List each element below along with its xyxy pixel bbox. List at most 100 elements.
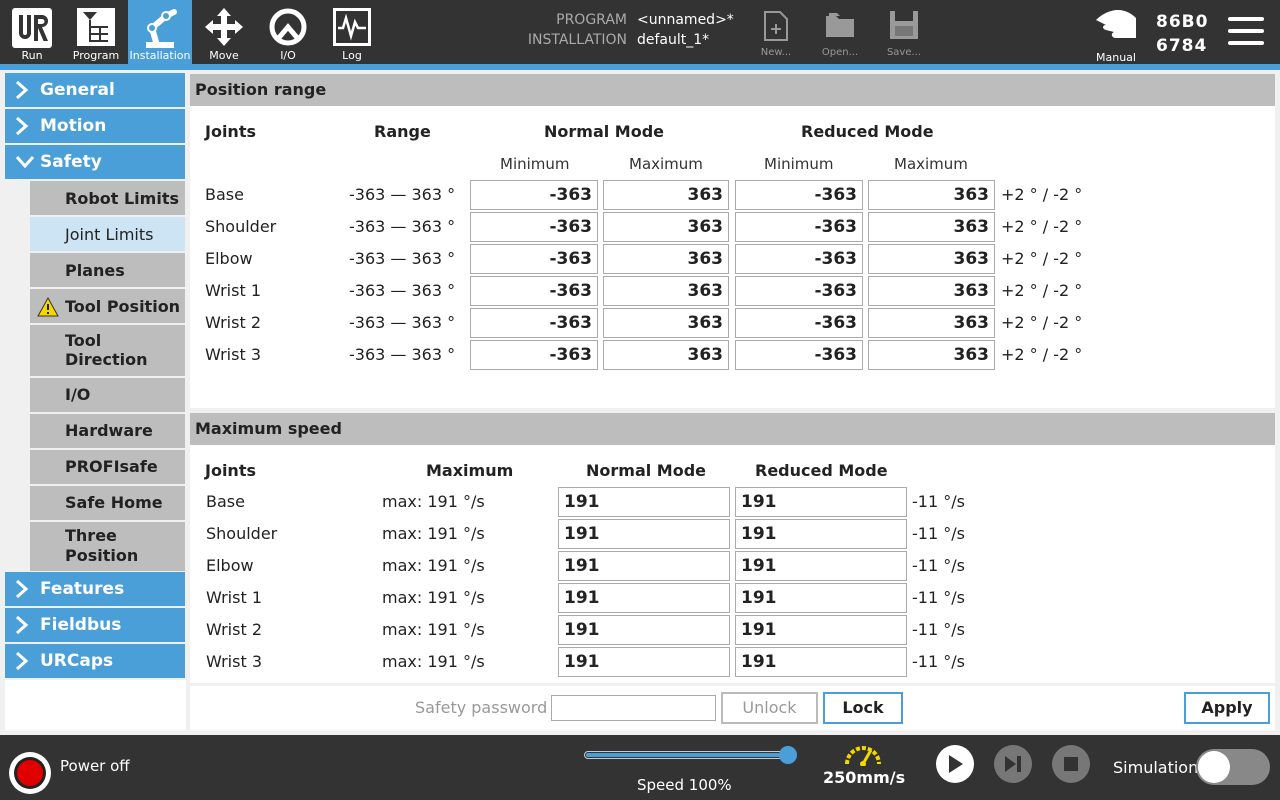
reduced-max-input[interactable]: 363 [868,276,995,306]
open-file-button[interactable]: Open... [815,6,865,62]
normal-speed-input[interactable]: 191 [558,647,730,677]
normal-min-input[interactable]: -363 [470,276,598,306]
sidebar-safety-label: Safety [40,152,102,172]
joint-tolerance: +2 ° / -2 ° [1001,185,1083,204]
normal-max-input[interactable]: 363 [603,212,729,242]
joint-range: -363 — 363 ° [349,185,456,204]
joint-name: Wrist 2 [206,620,262,639]
joint-max-speed: max: 191 °/s [382,492,485,511]
sidebar-item-safe-home[interactable]: Safe Home [30,486,185,520]
hamburger-menu-button[interactable] [1226,14,1268,50]
lock-button[interactable]: Lock [823,692,903,724]
serial-line-1: 86B0 [1156,12,1209,32]
reduced-speed-input[interactable]: 191 [735,551,907,581]
joint-name: Wrist 1 [206,588,262,607]
nav-program[interactable]: Program [64,0,128,64]
reduced-min-input[interactable]: -363 [735,340,863,370]
apply-button[interactable]: Apply [1184,692,1270,724]
sidebar-item-planes[interactable]: Planes [30,253,185,287]
nav-run[interactable]: Run [0,0,64,64]
speed-slider[interactable] [584,746,800,764]
reduced-speed-input[interactable]: 191 [735,615,907,645]
sidebar-item-tool-position[interactable]: Tool Position [30,289,185,323]
reduced-max-input[interactable]: 363 [868,180,995,210]
normal-max-input[interactable]: 363 [603,308,729,338]
sidebar-item-profisafe[interactable]: PROFIsafe [30,450,185,484]
nav-io-label: I/O [280,49,296,62]
reduced-min-input[interactable]: -363 [735,244,863,274]
col-reduced-mode: Reduced Mode [755,461,888,480]
stop-button[interactable] [1052,745,1090,783]
reduced-speed-input[interactable]: 191 [735,583,907,613]
sidebar-item-hardware[interactable]: Hardware [30,414,185,448]
normal-max-input[interactable]: 363 [603,276,729,306]
speed-tolerance: -11 °/s [912,652,965,671]
new-file-button[interactable]: New... [751,6,801,62]
safety-password-label: Safety password [415,698,548,717]
step-button[interactable] [994,745,1032,783]
normal-min-input[interactable]: -363 [470,244,598,274]
reduced-max-input[interactable]: 363 [868,340,995,370]
reduced-min-input[interactable]: -363 [735,180,863,210]
nav-move[interactable]: Move [192,0,256,64]
position-range-body: Joints Range Normal Mode Reduced Mode Mi… [190,106,1275,408]
safety-password-input[interactable] [551,695,716,721]
speed-slider-handle[interactable] [779,746,797,764]
normal-max-input[interactable]: 363 [603,244,729,274]
normal-min-input[interactable]: -363 [470,340,598,370]
tcp-speed: 250mm/s [823,768,906,787]
nav-io[interactable]: I/O [256,0,320,64]
sidebar-item-three-position[interactable]: Three Position [30,522,185,571]
simulation-toggle[interactable] [1196,749,1270,785]
nav-log[interactable]: Log [320,0,384,64]
joint-name: Wrist 2 [205,313,261,332]
sidebar-urcaps-label: URCaps [40,651,114,671]
col-normal-minimum: Minimum [500,155,570,173]
sidebar-item-tool-direction[interactable]: Tool Direction [30,325,185,376]
sidebar-urcaps[interactable]: URCaps [5,644,185,678]
normal-speed-input[interactable]: 191 [558,615,730,645]
sidebar-safety[interactable]: Safety [5,145,185,179]
sidebar-fieldbus[interactable]: Fieldbus [5,608,185,642]
sidebar-item-io[interactable]: I/O [30,378,185,412]
folder-icon [826,13,854,37]
installation-value: default_1* [637,32,710,48]
joint-tolerance: +2 ° / -2 ° [1001,217,1083,236]
reduced-speed-input[interactable]: 191 [735,487,907,517]
unlock-button[interactable]: Unlock [721,692,818,724]
joint-name: Base [206,492,245,511]
reduced-speed-input[interactable]: 191 [735,647,907,677]
normal-speed-input[interactable]: 191 [558,583,730,613]
sidebar-item-robot-limits[interactable]: Robot Limits [30,181,185,215]
reduced-max-input[interactable]: 363 [868,212,995,242]
sidebar-item-joint-limits[interactable]: Joint Limits [30,217,185,251]
manual-mode-button[interactable]: Manual [1088,0,1144,64]
sidebar-general[interactable]: General [5,73,185,107]
reduced-min-input[interactable]: -363 [735,212,863,242]
normal-max-input[interactable]: 363 [603,180,729,210]
joint-max-speed: max: 191 °/s [382,652,485,671]
reduced-speed-input[interactable]: 191 [735,519,907,549]
sidebar-motion[interactable]: Motion [5,109,185,143]
col-joints: Joints [205,122,256,141]
normal-speed-input[interactable]: 191 [558,519,730,549]
normal-min-input[interactable]: -363 [470,212,598,242]
reduced-min-input[interactable]: -363 [735,276,863,306]
play-button[interactable] [936,745,974,783]
save-file-button[interactable]: Save... [879,6,929,62]
reduced-max-input[interactable]: 363 [868,244,995,274]
sidebar-item-label: I/O [65,385,91,404]
joint-max-speed: max: 191 °/s [382,620,485,639]
chevron-right-icon [16,615,29,635]
reduced-min-input[interactable]: -363 [735,308,863,338]
nav-installation[interactable]: Installation [128,0,192,64]
sidebar-features[interactable]: Features [5,572,185,606]
normal-min-input[interactable]: -363 [470,308,598,338]
normal-min-input[interactable]: -363 [470,180,598,210]
normal-max-input[interactable]: 363 [603,340,729,370]
normal-speed-input[interactable]: 191 [558,487,730,517]
nav-run-label: Run [21,49,43,62]
reduced-max-input[interactable]: 363 [868,308,995,338]
normal-speed-input[interactable]: 191 [558,551,730,581]
power-button[interactable] [9,752,51,794]
